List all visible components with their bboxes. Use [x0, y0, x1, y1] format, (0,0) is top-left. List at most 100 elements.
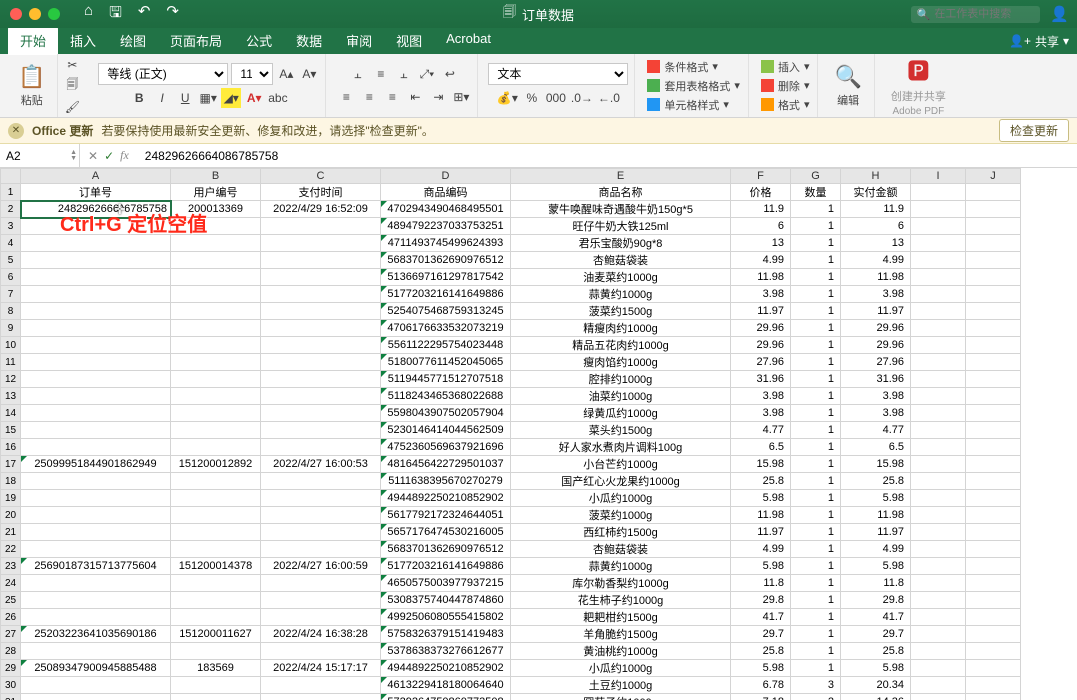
cell-B16[interactable]: [171, 439, 261, 456]
cell-A30[interactable]: [21, 677, 171, 694]
row-header-31[interactable]: 31: [1, 694, 21, 700]
cell-B13[interactable]: [171, 388, 261, 405]
cell-C7[interactable]: [261, 286, 381, 303]
cell-C12[interactable]: [261, 371, 381, 388]
header-cell[interactable]: 用户编号: [171, 184, 261, 201]
cell-G28[interactable]: 1: [791, 643, 841, 660]
cell-C11[interactable]: [261, 354, 381, 371]
col-header-D[interactable]: D: [381, 169, 511, 184]
cell-J11[interactable]: [966, 354, 1021, 371]
cell-F26[interactable]: 41.7: [731, 609, 791, 626]
col-header-F[interactable]: F: [731, 169, 791, 184]
row-header-3[interactable]: 3: [1, 218, 21, 235]
cell-I18[interactable]: [911, 473, 966, 490]
select-all-corner[interactable]: [1, 169, 21, 184]
cell-J29[interactable]: [966, 660, 1021, 677]
cell-H18[interactable]: 25.8: [841, 473, 911, 490]
col-header-G[interactable]: G: [791, 169, 841, 184]
cell-D20[interactable]: 5617792172324644051: [381, 507, 511, 524]
cell-G23[interactable]: 1: [791, 558, 841, 575]
cell-F17[interactable]: 15.98: [731, 456, 791, 473]
cell-B28[interactable]: [171, 643, 261, 660]
maximize-window-icon[interactable]: [48, 8, 60, 20]
cell-B23[interactable]: 151200014378: [171, 558, 261, 575]
cell-E18[interactable]: 国产红心火龙果约1000g: [511, 473, 731, 490]
row-header-20[interactable]: 20: [1, 507, 21, 524]
cell-E22[interactable]: 杏鲍菇袋装: [511, 541, 731, 558]
cell-H28[interactable]: 25.8: [841, 643, 911, 660]
cell-G18[interactable]: 1: [791, 473, 841, 490]
cell-A9[interactable]: [21, 320, 171, 337]
decrease-font-icon[interactable]: A▾: [299, 64, 319, 84]
cell-F19[interactable]: 5.98: [731, 490, 791, 507]
cell-D8[interactable]: 5254075468759313245: [381, 303, 511, 320]
cell-F23[interactable]: 5.98: [731, 558, 791, 575]
header-cell[interactable]: 支付时间: [261, 184, 381, 201]
cell-F16[interactable]: 6.5: [731, 439, 791, 456]
align-bottom-icon[interactable]: ⫠: [394, 64, 414, 84]
row-header-12[interactable]: 12: [1, 371, 21, 388]
close-window-icon[interactable]: [10, 8, 22, 20]
indent-dec-icon[interactable]: ⇤: [405, 87, 425, 107]
cell-I23[interactable]: [911, 558, 966, 575]
cell-F13[interactable]: 3.98: [731, 388, 791, 405]
cell-B24[interactable]: [171, 575, 261, 592]
cell-C25[interactable]: [261, 592, 381, 609]
cell-E3[interactable]: 旺仔牛奶大铁125ml: [511, 218, 731, 235]
cell-I11[interactable]: [911, 354, 966, 371]
row-header-27[interactable]: 27: [1, 626, 21, 643]
undo-icon[interactable]: ↶: [138, 2, 151, 27]
cell-C31[interactable]: [261, 694, 381, 700]
underline-button[interactable]: U: [175, 88, 195, 108]
merge-cells-icon[interactable]: ⊞▾: [451, 87, 471, 107]
cell-J25[interactable]: [966, 592, 1021, 609]
cell-F7[interactable]: 3.98: [731, 286, 791, 303]
cell-A23[interactable]: 2569018731571377560­4: [21, 558, 171, 575]
cell-C5[interactable]: [261, 252, 381, 269]
cell-J21[interactable]: [966, 524, 1021, 541]
font-name-select[interactable]: 等线 (正文): [98, 63, 228, 85]
cell-J27[interactable]: [966, 626, 1021, 643]
cell-C22[interactable]: [261, 541, 381, 558]
cell-I27[interactable]: [911, 626, 966, 643]
menu-tab-视图[interactable]: 视图: [384, 27, 434, 55]
cell-A16[interactable]: [21, 439, 171, 456]
currency-icon[interactable]: 💰▾: [496, 88, 519, 108]
minimize-window-icon[interactable]: [29, 8, 41, 20]
cell-J18[interactable]: [966, 473, 1021, 490]
cell-C23[interactable]: 2022/4/27 16:00:59: [261, 558, 381, 575]
cell-I24[interactable]: [911, 575, 966, 592]
cell-J14[interactable]: [966, 405, 1021, 422]
cell-A29[interactable]: 2508934790094588548­8: [21, 660, 171, 677]
format-painter-icon[interactable]: 🖌: [62, 99, 82, 115]
row-header-5[interactable]: 5: [1, 252, 21, 269]
row-header-17[interactable]: 17: [1, 456, 21, 473]
format-button[interactable]: 格式 ▾: [759, 96, 812, 114]
row-header-21[interactable]: 21: [1, 524, 21, 541]
cell-F9[interactable]: 29.96: [731, 320, 791, 337]
cell-I7[interactable]: [911, 286, 966, 303]
home-icon[interactable]: ⌂: [84, 2, 93, 27]
cell-E2[interactable]: 蒙牛唤醒味奇遇酸牛奶150g*5: [511, 201, 731, 218]
menu-tab-审阅[interactable]: 审阅: [334, 27, 384, 55]
comma-icon[interactable]: 000: [545, 88, 567, 108]
cell-G7[interactable]: 1: [791, 286, 841, 303]
row-header-14[interactable]: 14: [1, 405, 21, 422]
font-color-button[interactable]: A▾: [244, 88, 264, 108]
cell-G25[interactable]: 1: [791, 592, 841, 609]
cell-H17[interactable]: 15.98: [841, 456, 911, 473]
cell-J8[interactable]: [966, 303, 1021, 320]
cell-H3[interactable]: 6: [841, 218, 911, 235]
cell-F5[interactable]: 4.99: [731, 252, 791, 269]
header-cell[interactable]: 订单号: [21, 184, 171, 201]
cell-E23[interactable]: 蒜黄约1000g: [511, 558, 731, 575]
cell-I9[interactable]: [911, 320, 966, 337]
cell-F21[interactable]: 11.97: [731, 524, 791, 541]
cell-F24[interactable]: 11.8: [731, 575, 791, 592]
cell-J26[interactable]: [966, 609, 1021, 626]
cell-H2[interactable]: 11.9: [841, 201, 911, 218]
row-header-26[interactable]: 26: [1, 609, 21, 626]
row-header-16[interactable]: 16: [1, 439, 21, 456]
cell-F11[interactable]: 27.96: [731, 354, 791, 371]
cell-H24[interactable]: 11.8: [841, 575, 911, 592]
